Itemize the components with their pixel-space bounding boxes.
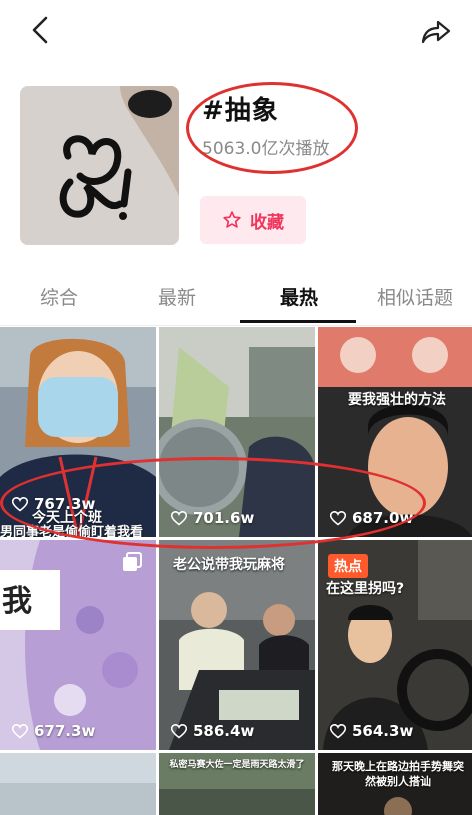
video-card[interactable]: 老公说带我玩麻将 586.4w [159,540,315,750]
hot-badge: 热点 [328,554,368,578]
heart-icon [171,510,187,526]
video-card[interactable]: 今天上个班 男同事老是偷偷盯着我看 767.3w [0,327,156,537]
video-grid: 今天上个班 男同事老是偷偷盯着我看 767.3w 701.6w 要我强壮的方法 … [0,327,472,815]
topic-cover-image [20,86,179,245]
tab-comprehensive[interactable]: 综合 [0,270,118,322]
cover-drawing [20,86,179,245]
video-card[interactable]: 我 677.3w [0,540,156,750]
star-icon [223,211,241,228]
likes-value: 687.0w [352,509,414,527]
favorite-button[interactable]: 收藏 [200,196,306,244]
likes-value: 677.3w [34,722,96,740]
video-card[interactable] [0,753,156,815]
heart-icon [12,723,28,739]
share-button[interactable] [418,14,454,50]
multi-image-icon [123,552,142,571]
topic-header: #抽象 5063.0亿次播放 收藏 [20,86,460,246]
heart-icon [330,510,346,526]
video-thumbnail [159,327,315,537]
top-bar [0,0,472,62]
video-caption: 要我强壮的方法 [348,392,446,408]
heart-icon [171,723,187,739]
video-caption: 我 [2,584,32,619]
video-caption: 老公说带我玩麻将 [173,557,285,573]
video-thumbnail [0,753,156,815]
likes-count: 767.3w [12,495,95,513]
active-tab-indicator [240,320,356,323]
likes-value: 564.3w [352,722,414,740]
likes-value: 767.3w [34,495,96,513]
likes-value: 701.6w [193,509,255,527]
share-icon [421,20,451,44]
video-subcaption: 男同事老是偷偷盯着我看 [0,525,144,537]
likes-count: 677.3w [12,722,95,740]
tab-latest[interactable]: 最新 [118,270,236,322]
video-caption: 在这里拐吗? [326,581,405,597]
back-button[interactable] [22,12,58,48]
likes-count: 687.0w [330,509,413,527]
video-card[interactable]: 要我强壮的方法 687.0w [318,327,472,537]
heart-icon [330,723,346,739]
likes-count: 701.6w [171,509,254,527]
likes-count: 564.3w [330,722,413,740]
video-card[interactable]: 热点 在这里拐吗? 564.3w [318,540,472,750]
heart-icon [12,496,28,512]
tab-similar-topics[interactable]: 相似话题 [356,270,472,322]
likes-value: 586.4w [193,722,255,740]
video-caption: 那天晚上在路边拍手势舞突然被别人搭讪 [332,760,464,788]
chevron-left-icon [32,16,48,44]
video-card[interactable]: 那天晚上在路边拍手势舞突然被别人搭讪 [318,753,472,815]
tabs-divider [0,325,472,326]
favorite-label: 收藏 [250,212,284,233]
video-caption: 私密马赛大佐一定是雨天路太滑了 [169,760,305,770]
tab-bar: 综合 最新 最热 相似话题 [0,270,472,326]
video-thumbnail [318,327,472,537]
play-count: 5063.0亿次播放 [202,139,330,159]
topic-title: #抽象 [202,96,279,126]
likes-count: 586.4w [171,722,254,740]
video-card[interactable]: 701.6w [159,327,315,537]
tab-hottest[interactable]: 最热 [240,270,358,322]
video-card[interactable]: 私密马赛大佐一定是雨天路太滑了 [159,753,315,815]
